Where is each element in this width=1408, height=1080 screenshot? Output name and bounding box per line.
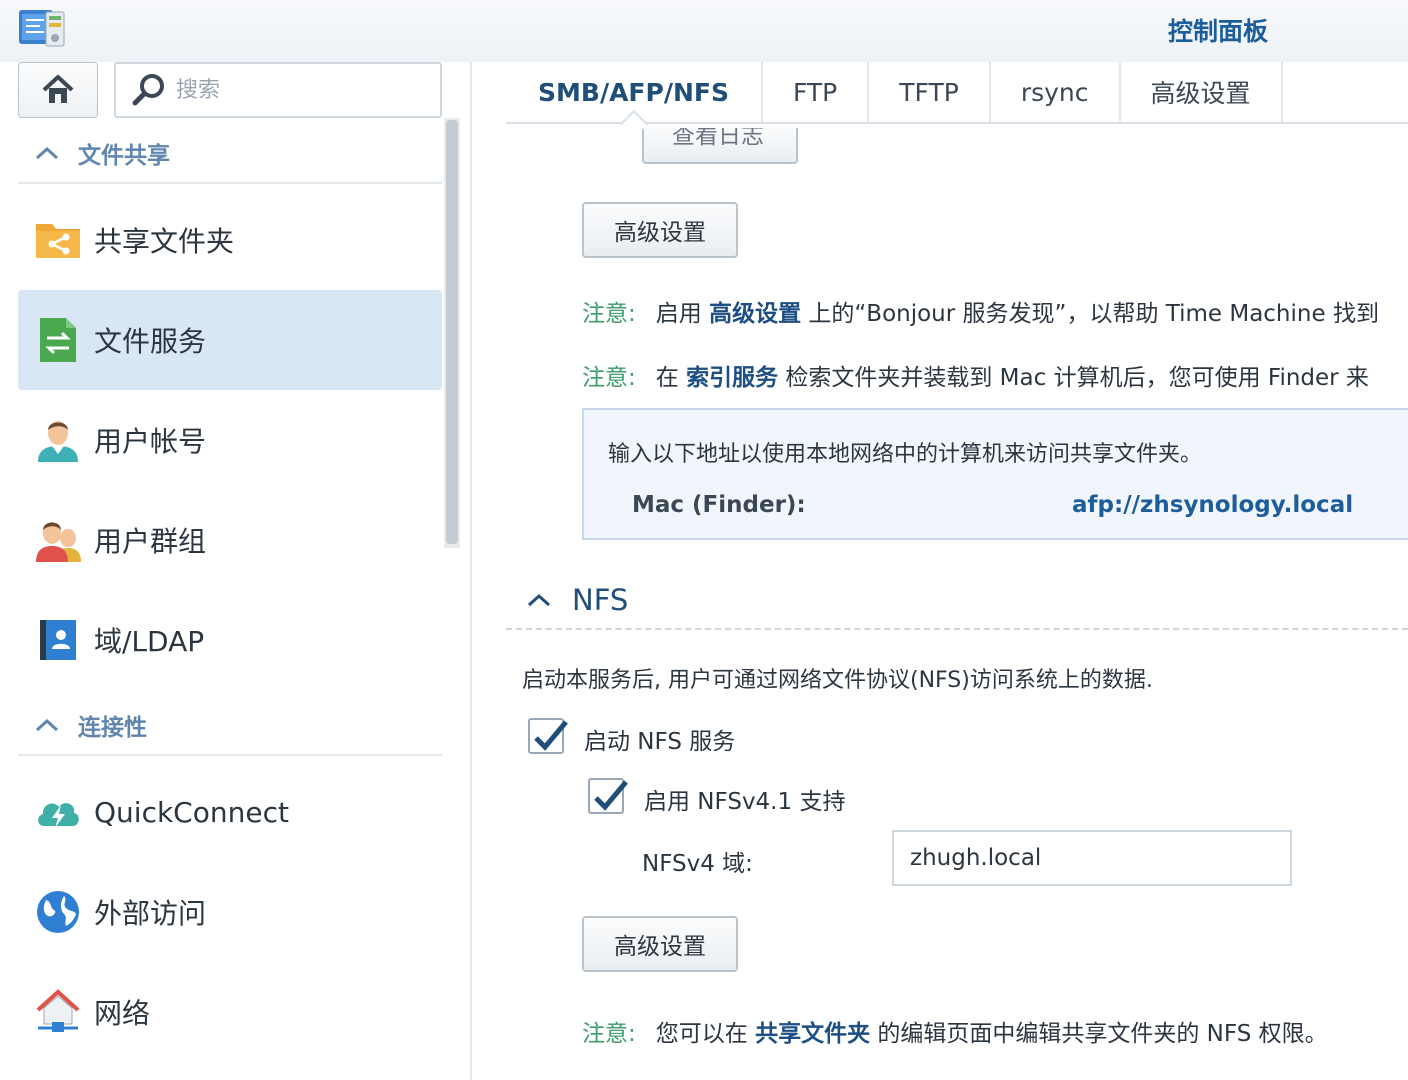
nfs-section-header[interactable]: NFS [506,572,1408,630]
shared-folder-icon [36,224,80,258]
sidebar-item-label: 文件服务 [94,325,207,358]
group-icon [36,522,81,562]
network-icon [36,989,80,1032]
sidebar-item-label: QuickConnect [94,795,289,829]
enable-nfsv41-label[interactable]: 启用 NFSv4.1 支持 [644,782,845,816]
sidebar-item-network[interactable]: 网络 [18,962,442,1062]
globe-icon [37,891,79,933]
section-label: 文件共享 [78,143,170,169]
afp-advanced-settings-button[interactable]: 高级设置 [582,202,738,258]
sidebar-item-user-account[interactable]: 用户帐号 [18,390,442,490]
tab-bar: SMB/AFP/NFS FTP TFTP rsync 高级设置 [506,62,1408,124]
domain-ldap-icon [40,620,76,660]
sidebar-item-quickconnect[interactable]: QuickConnect [18,762,442,862]
search-icon [132,74,164,106]
sidebar-item-user-group[interactable]: 用户群组 [18,490,442,590]
title-bar: 控制面板 [0,0,1408,62]
search-field[interactable] [114,62,442,118]
file-services-icon [40,318,76,362]
indexing-service-link[interactable]: 索引服务 [686,365,778,391]
enable-nfsv41-checkbox[interactable] [588,778,628,814]
afp-address-box: 输入以下地址以使用本地网络中的计算机来访问共享文件夹。 Mac (Finder)… [582,408,1408,540]
nfs-description: 启动本服务后, 用户可通过网络文件协议(NFS)访问系统上的数据. [522,668,1153,693]
sidebar-item-label: 用户群组 [94,525,207,558]
search-input[interactable] [176,77,426,103]
nfs-note-permissions: 注意: 您可以在 共享文件夹 的编辑页面中编辑共享文件夹的 NFS 权限。 [582,1021,1328,1047]
sidebar-item-label: 用户帐号 [94,425,207,458]
afp-address-description: 输入以下地址以使用本地网络中的计算机来访问共享文件夹。 [608,442,1203,467]
afp-note-indexing: 注意: 在 索引服务 检索文件夹并装载到 Mac 计算机后，您可使用 Finder… [582,365,1369,391]
chevron-up-icon [35,718,59,732]
view-logs-button[interactable]: 查看日志 [642,128,798,164]
checkmark-icon [534,720,568,751]
sidebar: 文件共享 共享文件夹 文件服务 用户帐号 [0,62,472,1080]
sidebar-item-label: 外部访问 [94,897,207,930]
window-title: 控制面板 [1167,17,1268,46]
nfs-section-title: NFS [572,583,629,617]
sidebar-item-label: 域/LDAP [94,625,205,658]
tab-ftp[interactable]: FTP [763,62,870,122]
sidebar-item-external-access[interactable]: 外部访问 [18,862,442,962]
chevron-up-icon [35,146,59,160]
checkmark-icon [594,780,628,811]
main-panel: 查看日志 高级设置 注意: 启用 高级设置 上的“Bonjour 服务发现”，以帮… [474,62,1408,1080]
sidebar-item-label: 共享文件夹 [94,225,235,258]
sidebar-item-label: 网络 [94,997,151,1030]
sidebar-item-domain-ldap[interactable]: 域/LDAP [18,590,442,690]
note-tag: 注意: [582,365,636,391]
user-icon [38,421,78,462]
tab-rsync[interactable]: rsync [991,62,1121,122]
note-tag: 注意: [582,1021,636,1047]
enable-nfs-checkbox[interactable] [528,718,568,754]
nfsv4-domain-label: NFSv4 域: [642,851,753,877]
mac-finder-label: Mac (Finder): [632,492,806,518]
shared-folder-link[interactable]: 共享文件夹 [755,1021,870,1047]
chevron-up-icon [527,593,551,607]
tab-advanced-settings[interactable]: 高级设置 [1121,62,1283,122]
home-button[interactable] [18,62,98,118]
advanced-settings-link[interactable]: 高级设置 [709,301,801,327]
nfsv4-domain-input[interactable] [892,830,1292,886]
sidebar-item-file-services[interactable]: 文件服务 [18,290,442,390]
nfs-advanced-settings-button[interactable]: 高级设置 [582,916,738,972]
tab-tftp[interactable]: TFTP [869,62,991,122]
home-icon [42,75,74,103]
section-header-file-sharing[interactable]: 文件共享 [18,124,442,184]
section-label: 连接性 [78,715,147,741]
control-panel-icon [19,10,65,47]
enable-nfs-label[interactable]: 启动 NFS 服务 [584,722,735,756]
section-header-connectivity[interactable]: 连接性 [18,696,442,756]
sidebar-scrollbar-thumb[interactable] [446,120,458,544]
mac-finder-address[interactable]: afp://zhsynology.local [1072,492,1353,518]
quickconnect-icon [38,803,79,828]
afp-note-bonjour: 注意: 启用 高级设置 上的“Bonjour 服务发现”，以帮助 Time Mac… [582,301,1379,327]
sidebar-item-shared-folder[interactable]: 共享文件夹 [18,190,442,290]
note-tag: 注意: [582,301,636,327]
